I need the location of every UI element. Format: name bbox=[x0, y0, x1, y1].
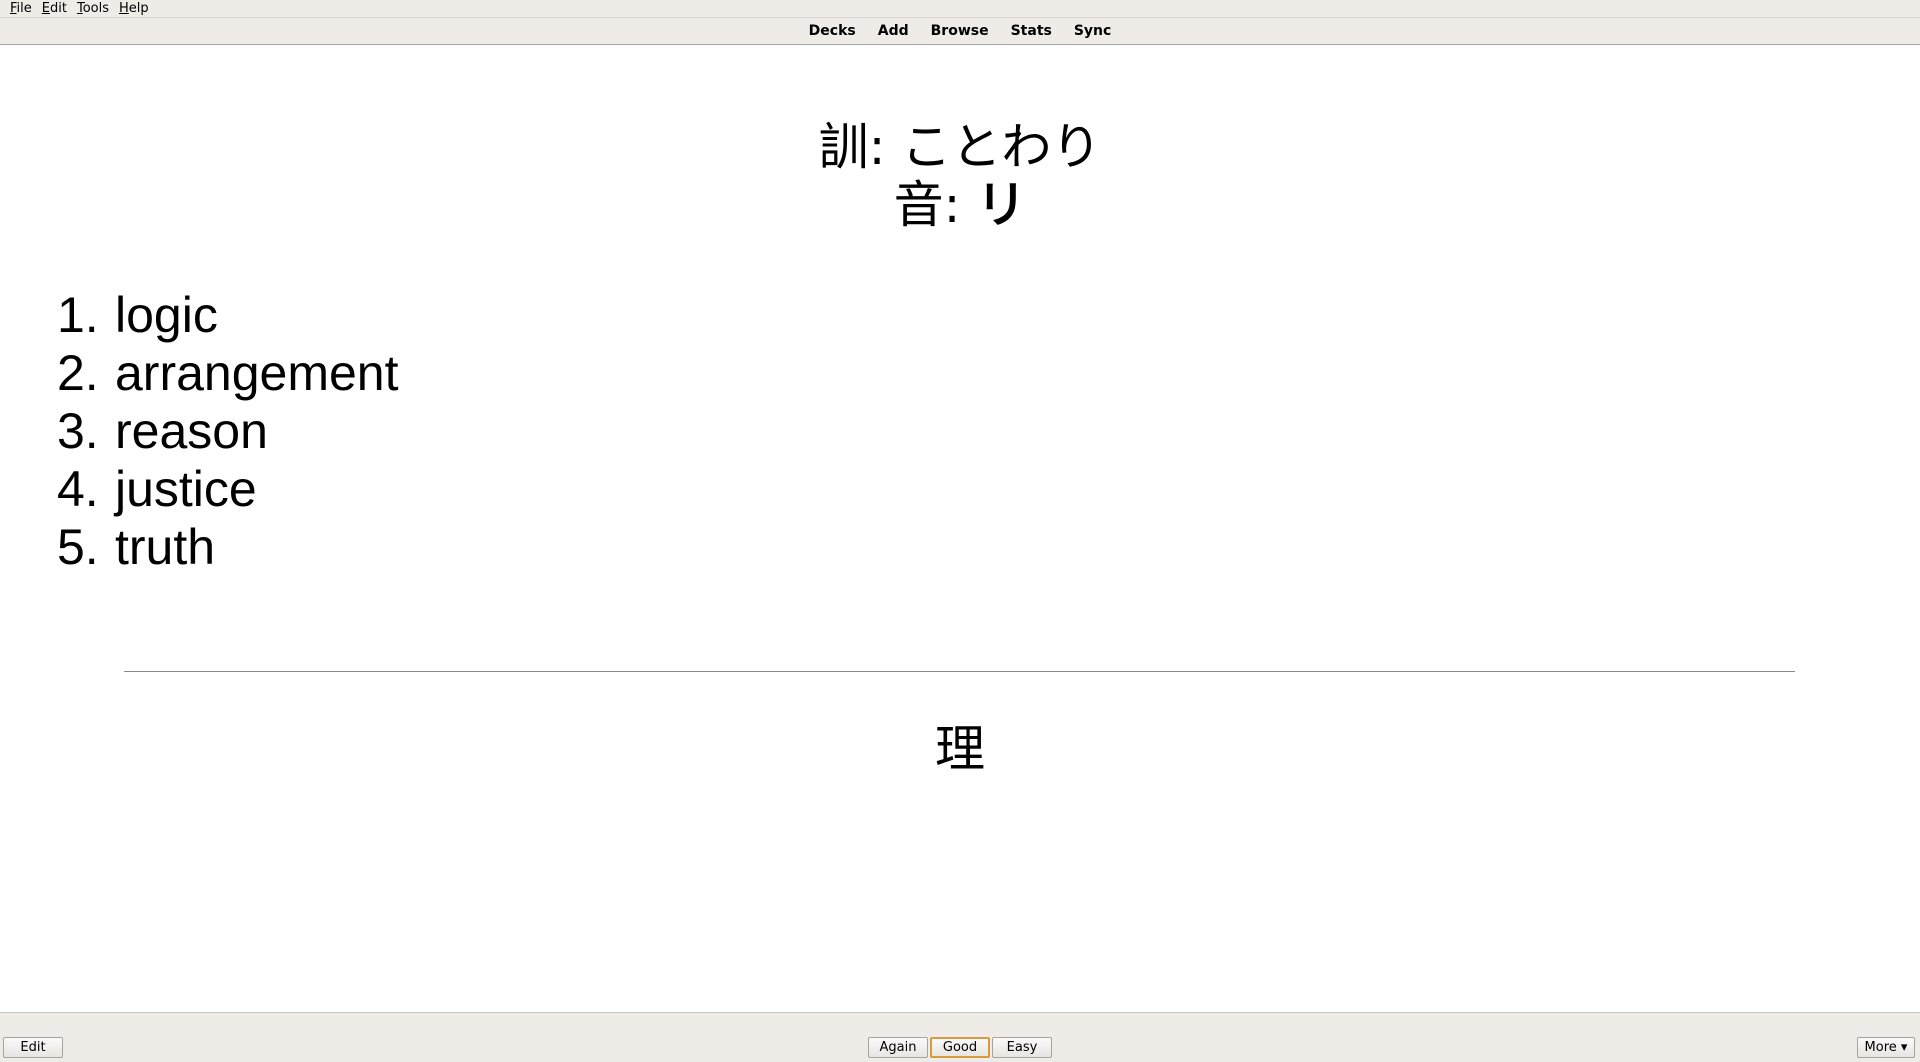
on-value: リ bbox=[976, 176, 1027, 234]
kun-value: ことわり bbox=[901, 118, 1102, 176]
on-label: 音: bbox=[893, 176, 977, 234]
menu-tools-label: ools bbox=[82, 0, 109, 16]
meaning-item: 5. truth bbox=[57, 518, 399, 576]
easy-button[interactable]: Easy bbox=[992, 1037, 1052, 1058]
menu-help[interactable]: Help bbox=[114, 0, 154, 18]
toolbar-browse[interactable]: Browse bbox=[920, 18, 1000, 45]
kun-reading: 訓: ことわり bbox=[0, 118, 1920, 176]
menu-edit-label: dit bbox=[50, 0, 67, 16]
card-readings: 訓: ことわり 音: リ bbox=[0, 118, 1920, 234]
more-button[interactable]: More ▾ bbox=[1857, 1037, 1915, 1058]
meaning-item: 2. arrangement bbox=[57, 344, 399, 402]
menu-help-label: elp bbox=[128, 0, 149, 16]
good-button[interactable]: Good bbox=[930, 1037, 990, 1058]
toolbar-sync[interactable]: Sync bbox=[1063, 18, 1122, 45]
card-view: 訓: ことわり 音: リ 1. logic 2. arrangement 3. rea… bbox=[0, 46, 1920, 1012]
meaning-number: 2. bbox=[57, 345, 99, 401]
menu-tools[interactable]: Tools bbox=[72, 0, 114, 18]
kun-label: 訓: bbox=[818, 118, 902, 176]
meaning-item: 3. reason bbox=[57, 402, 399, 460]
menu-file-label: ile bbox=[16, 0, 32, 16]
menu-edit-mnemonic: E bbox=[41, 0, 50, 16]
bottom-bar: Edit Again Good Easy More ▾ bbox=[0, 1012, 1920, 1062]
again-button[interactable]: Again bbox=[868, 1037, 928, 1058]
meaning-item: 4. justice bbox=[57, 460, 399, 518]
meaning-text: arrangement bbox=[115, 345, 399, 401]
menu-bar: File Edit Tools Help bbox=[0, 0, 1920, 18]
toolbar-decks[interactable]: Decks bbox=[798, 18, 867, 45]
menu-file[interactable]: File bbox=[5, 0, 37, 18]
meaning-number: 4. bbox=[57, 461, 99, 517]
meaning-text: logic bbox=[115, 287, 218, 343]
top-toolbar: Decks Add Browse Stats Sync bbox=[0, 18, 1920, 45]
meaning-number: 5. bbox=[57, 519, 99, 575]
meaning-text: justice bbox=[115, 461, 257, 517]
toolbar-stats[interactable]: Stats bbox=[1000, 18, 1063, 45]
meanings-list: 1. logic 2. arrangement 3. reason 4. justice… bbox=[57, 286, 399, 576]
meaning-text: truth bbox=[115, 519, 216, 575]
meaning-text: reason bbox=[115, 403, 268, 459]
menu-help-mnemonic: H bbox=[119, 0, 129, 16]
toolbar-add[interactable]: Add bbox=[867, 18, 920, 45]
on-reading: 音: リ bbox=[0, 176, 1920, 234]
meaning-number: 1. bbox=[57, 287, 99, 343]
menu-edit[interactable]: Edit bbox=[37, 0, 72, 18]
meaning-item: 1. logic bbox=[57, 286, 399, 344]
answer-divider bbox=[124, 671, 1795, 672]
edit-button[interactable]: Edit bbox=[3, 1037, 63, 1058]
kanji-answer: 理 bbox=[935, 720, 985, 778]
meaning-number: 3. bbox=[57, 403, 99, 459]
